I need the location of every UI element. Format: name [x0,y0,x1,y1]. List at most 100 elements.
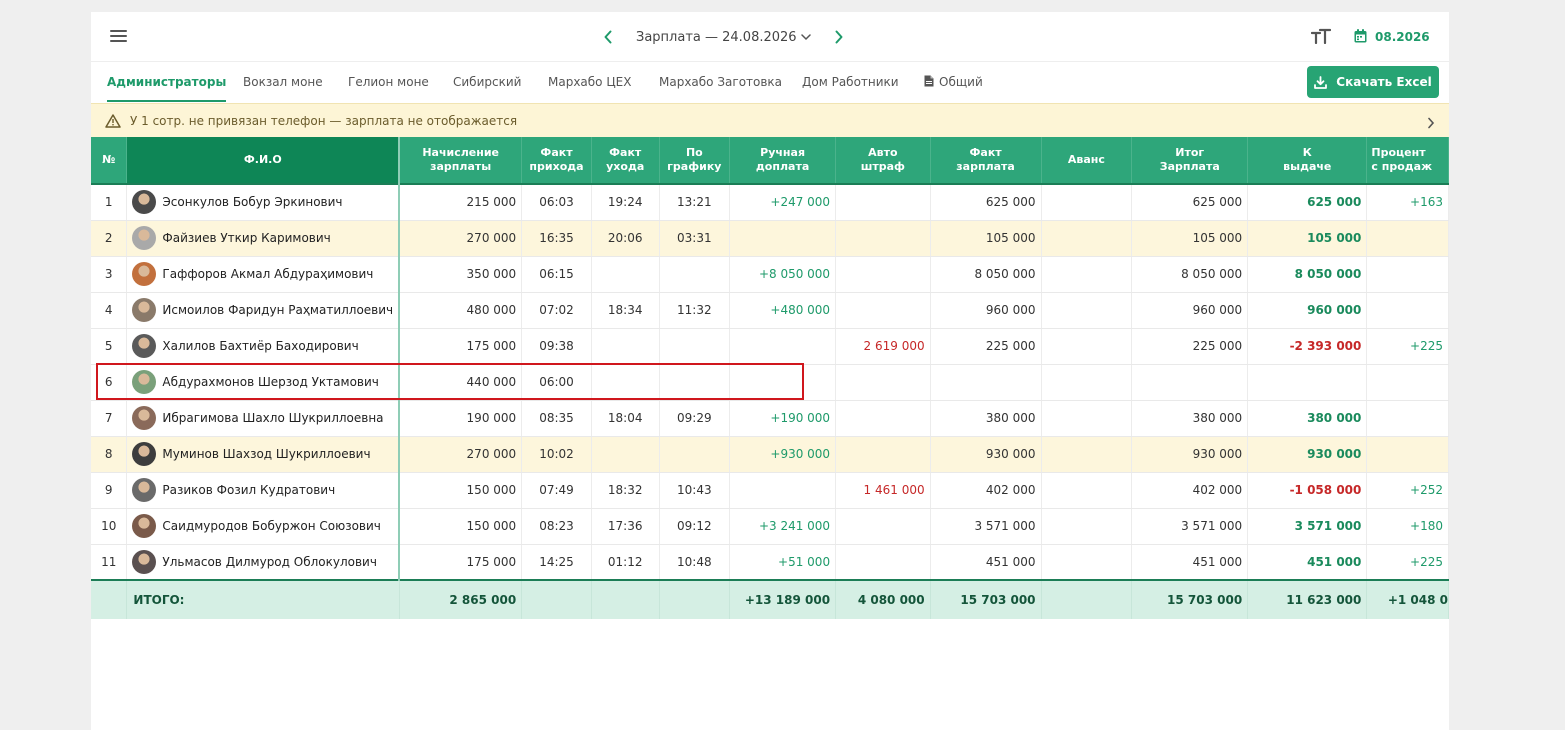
employee-cell[interactable]: Гаффоров Акмал Абдураҳимович [126,256,401,293]
departure-cell [591,328,660,365]
table-row[interactable]: 4 Исмоилов Фаридун Раҳматиллоевич 480 000 0… [91,292,1449,329]
employee-cell[interactable]: Халилов Бахтиёр Баходирович [126,328,401,365]
column-header-percent[interactable]: Процент с продаж [1366,137,1449,184]
accrual-cell: 270 000 [399,436,523,473]
column-header-text: Ручная [760,146,806,159]
column-header-fact[interactable]: Факт зарплата [930,137,1042,184]
date-picker[interactable]: 08.2026 [1354,27,1430,47]
departure-cell: 18:34 [591,292,660,329]
total-salary-cell [1131,364,1249,401]
tab-administrators[interactable]: Администраторы [107,62,227,102]
table-row[interactable]: 2 Файзиев Уткир Каримович 270 000 16:35 20:0… [91,220,1449,257]
table-row[interactable]: 9 Разиков Фозил Кудратович 150 000 07:49 18:… [91,472,1449,509]
auto-fine-cell [835,256,931,293]
employee-cell[interactable]: Разиков Фозил Кудратович [126,472,401,509]
column-header-advance[interactable]: Аванс [1041,137,1133,184]
schedule-cell [659,364,731,401]
tab-markhabo-tseh[interactable]: Мархабо ЦЕХ [548,62,631,102]
payout-cell [1247,364,1368,401]
employee-name: Халилов Бахтиёр Баходирович [162,339,359,353]
advance-cell [1041,544,1133,581]
table-row[interactable]: 5 Халилов Бахтиёр Баходирович 175 000 09:38… [91,328,1449,365]
tab-gelion-mone[interactable]: Гелион моне [348,62,429,102]
warning-banner[interactable]: У 1 сотр. не привязан телефон — зарплата… [91,103,1449,137]
manual-bonus-cell [729,472,837,509]
salary-card: Зарплата — 24.08.2026 08.2026 Администра… [91,12,1449,730]
column-header-text: Факт [609,146,642,159]
manual-bonus-cell: +3 241 000 [729,508,837,545]
tab-obshchiy-label: Общий [939,75,983,89]
employee-cell[interactable]: Ульмасов Дилмурод Облокулович [126,544,401,581]
avatar [132,190,157,215]
auto-fine-cell [835,292,931,329]
total-salary-cell: 3 571 000 [1131,508,1249,545]
avatar [132,478,157,502]
chevron-down-icon[interactable] [800,33,811,41]
payout-cell: -2 393 000 [1247,328,1368,365]
column-header-fio[interactable]: Ф.И.О [126,137,401,184]
tab-sibirskiy[interactable]: Сибирский [453,62,521,102]
manual-bonus-cell [729,220,837,257]
total-salary-cell: 625 000 [1131,184,1249,221]
table-header: № Ф.И.О Начисление зарплаты Факт прихода Факт у… [91,137,1449,184]
fact-salary-cell: 8 050 000 [930,256,1042,293]
employee-cell[interactable]: Исмоилов Фаридун Раҳматиллоевич [126,292,401,329]
column-header-num[interactable]: № [91,137,128,184]
row-number: 2 [91,220,128,257]
total-salary-cell: 225 000 [1131,328,1249,365]
column-header-total[interactable]: Итог Зарплата [1131,137,1249,184]
column-header-text: зарплата [956,160,1015,173]
payout-cell: 625 000 [1247,184,1368,221]
table-row[interactable]: 11 Ульмасов Дилмурод Облокулович 175 000 14… [91,544,1449,581]
page-title[interactable]: Зарплата — 24.08.2026 [636,30,797,45]
avatar [132,298,157,322]
column-header-fine[interactable]: Авто штраф [835,137,931,184]
tab-obshchiy[interactable]: Общий [924,62,983,102]
column-header-payout[interactable]: Квыдаче [1247,137,1368,184]
departure-cell: 18:32 [591,472,660,509]
chevron-left-icon[interactable] [596,25,620,49]
totals-fact-salary: 15 703 000 [930,579,1042,619]
accrual-cell: 175 000 [399,544,523,581]
sales-percent-cell: +252 [1366,472,1449,509]
column-header-departure[interactable]: Факт ухода [591,137,660,184]
column-header-text: К [1302,146,1312,159]
employee-cell[interactable]: Эсонкулов Бобур Эркинович [126,184,401,221]
arrival-cell: 07:49 [521,472,592,509]
manual-bonus-cell: +8 050 000 [729,256,837,293]
chevron-right-icon[interactable] [827,25,851,49]
tab-dom-rabotniki[interactable]: Дом Работники [802,62,899,102]
tab-markhabo-zagotovka[interactable]: Мархабо Заготовка [659,62,782,102]
employee-cell[interactable]: Файзиев Уткир Каримович [126,220,401,257]
advance-cell [1041,328,1133,365]
column-header-arrival[interactable]: Факт прихода [521,137,592,184]
table-row[interactable]: 3 Гаффоров Акмал Абдураҳимович 350 000 06:1… [91,256,1449,293]
advance-cell [1041,220,1133,257]
column-header-manual[interactable]: Ручная доплата [729,137,837,184]
table-row[interactable]: 10 Саидмуродов Бобуржон Союзович 150 000 08… [91,508,1449,545]
payout-cell: 960 000 [1247,292,1368,329]
table-row[interactable]: 8 Муминов Шахзод Шукриллоевич 270 000 10:02… [91,436,1449,473]
totals-empty-cell [659,579,731,619]
tab-vokzal-mone[interactable]: Вокзал моне [243,62,323,102]
column-header-text: ухода [606,160,645,173]
download-excel-button[interactable]: Скачать Excel [1307,66,1439,98]
table-row[interactable]: 1 Эсонкулов Бобур Эркинович 215 000 06:03 19… [91,184,1449,221]
table-row[interactable]: 6 Абдурахмонов Шерзод Уктамович 440 000 06:… [91,364,1449,401]
column-header-accrual[interactable]: Начисление зарплаты [399,137,523,184]
table-row[interactable]: 7 Ибрагимова Шахло Шукриллоевна 190 000 08:… [91,400,1449,437]
row-number: 9 [91,472,128,509]
employee-cell[interactable]: Ибрагимова Шахло Шукриллоевна [126,400,401,437]
employee-name: Исмоилов Фаридун Раҳматиллоевич [162,303,394,317]
employee-name: Саидмуродов Бобуржон Союзович [162,519,381,533]
employee-cell[interactable]: Абдурахмонов Шерзод Уктамович [126,364,401,401]
accrual-cell: 190 000 [399,400,523,437]
employee-cell[interactable]: Муминов Шахзод Шукриллоевич [126,436,401,473]
column-header-schedule[interactable]: По графику [659,137,731,184]
chevron-right-icon[interactable] [1427,114,1435,133]
employee-cell[interactable]: Саидмуродов Бобуржон Союзович [126,508,401,545]
employee-name: Файзиев Уткир Каримович [162,231,331,245]
manual-bonus-cell [729,328,837,365]
text-size-icon[interactable] [1310,28,1333,46]
menu-icon[interactable] [110,30,128,44]
